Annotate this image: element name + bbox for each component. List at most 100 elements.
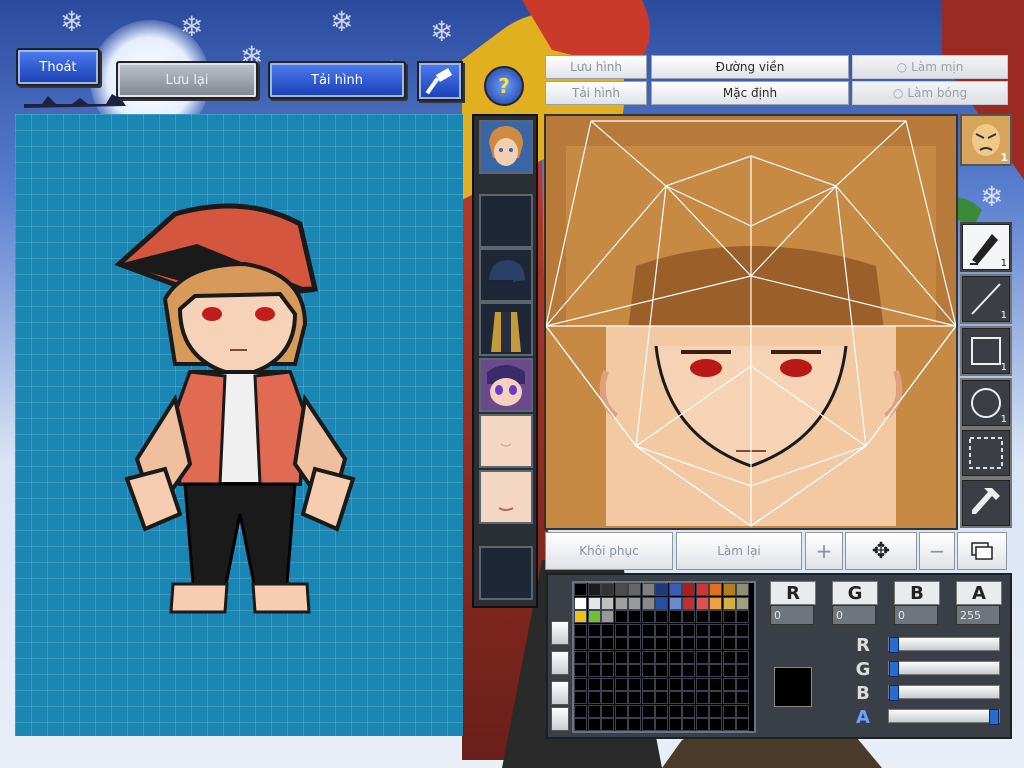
palette-swatch[interactable] xyxy=(601,637,614,650)
palette-swatch[interactable] xyxy=(722,637,736,650)
palette-swatch[interactable] xyxy=(574,610,587,623)
thumb-eyes[interactable] xyxy=(479,358,533,412)
palette-swatch[interactable] xyxy=(668,718,682,731)
palette-swatch[interactable] xyxy=(601,691,614,704)
palette-swatch[interactable] xyxy=(736,583,749,596)
palette-swatch[interactable] xyxy=(614,596,628,610)
palette-swatch[interactable] xyxy=(709,583,722,596)
palette-swatch[interactable] xyxy=(601,677,614,691)
palette-swatch[interactable] xyxy=(628,623,641,637)
select-tool[interactable] xyxy=(960,428,1012,478)
palette-swatch[interactable] xyxy=(655,623,668,637)
palette-swatch[interactable] xyxy=(614,691,628,704)
palette-swatch[interactable] xyxy=(641,650,655,664)
palette-swatch[interactable] xyxy=(736,637,749,650)
palette-swatch[interactable] xyxy=(574,596,587,610)
panel-tab[interactable] xyxy=(551,707,569,731)
slider-b-knob[interactable] xyxy=(889,685,899,701)
palette-swatch[interactable] xyxy=(641,664,655,677)
palette-swatch[interactable] xyxy=(655,704,668,718)
palette-swatch[interactable] xyxy=(668,691,682,704)
palette-swatch[interactable] xyxy=(682,664,695,677)
palette-swatch[interactable] xyxy=(682,650,695,664)
palette-swatch[interactable] xyxy=(736,596,749,610)
palette-swatch[interactable] xyxy=(655,650,668,664)
hammer-button[interactable] xyxy=(417,61,463,101)
palette-swatch[interactable] xyxy=(655,664,668,677)
palette-swatch[interactable] xyxy=(668,583,682,596)
outline-button[interactable]: Đường viền xyxy=(651,55,849,79)
palette-swatch[interactable] xyxy=(587,637,601,650)
palette-swatch[interactable] xyxy=(587,610,601,623)
thumb-face-preview[interactable] xyxy=(479,120,533,174)
palette-swatch[interactable] xyxy=(736,677,749,691)
pen-tool[interactable]: 1 xyxy=(960,222,1012,272)
palette-swatch[interactable] xyxy=(682,610,695,623)
channel-r-input[interactable]: 0 xyxy=(770,605,814,625)
palette-swatch[interactable] xyxy=(601,583,614,596)
palette-swatch[interactable] xyxy=(655,637,668,650)
palette-swatch[interactable] xyxy=(682,704,695,718)
palette-swatch[interactable] xyxy=(709,677,722,691)
slider-r[interactable] xyxy=(888,637,1000,653)
save-button[interactable]: Lưu lại xyxy=(116,61,258,99)
palette-swatch[interactable] xyxy=(695,637,709,650)
palette-swatch[interactable] xyxy=(682,691,695,704)
palette-swatch[interactable] xyxy=(682,718,695,731)
palette-swatch[interactable] xyxy=(668,596,682,610)
palette-swatch[interactable] xyxy=(628,637,641,650)
channel-a-input[interactable]: 255 xyxy=(956,605,1000,625)
ellipse-tool[interactable]: 1 xyxy=(960,378,1012,428)
palette-swatch[interactable] xyxy=(587,596,601,610)
palette-swatch[interactable] xyxy=(587,650,601,664)
default-button[interactable]: Mặc định xyxy=(651,81,849,105)
palette-swatch[interactable] xyxy=(601,650,614,664)
palette-swatch[interactable] xyxy=(709,610,722,623)
panel-tab[interactable] xyxy=(551,651,569,675)
palette-swatch[interactable] xyxy=(722,583,736,596)
slider-a[interactable] xyxy=(888,709,1000,725)
palette-swatch[interactable] xyxy=(628,650,641,664)
palette-swatch[interactable] xyxy=(722,718,736,731)
palette-swatch[interactable] xyxy=(682,583,695,596)
palette-swatch[interactable] xyxy=(641,704,655,718)
palette-swatch[interactable] xyxy=(601,704,614,718)
eyedropper-tool[interactable] xyxy=(960,478,1012,528)
palette-swatch[interactable] xyxy=(628,704,641,718)
panel-tab[interactable] xyxy=(551,681,569,705)
palette-swatch[interactable] xyxy=(574,623,587,637)
palette-swatch[interactable] xyxy=(695,664,709,677)
palette-swatch[interactable] xyxy=(614,610,628,623)
palette-swatch[interactable] xyxy=(668,677,682,691)
palette-swatch[interactable] xyxy=(655,596,668,610)
palette-swatch[interactable] xyxy=(736,704,749,718)
palette-swatch[interactable] xyxy=(587,704,601,718)
thumb-helmet[interactable] xyxy=(479,248,533,302)
palette-swatch[interactable] xyxy=(709,691,722,704)
palette-swatch[interactable] xyxy=(574,650,587,664)
palette-swatch[interactable] xyxy=(601,718,614,731)
exit-button[interactable]: Thoát xyxy=(16,48,100,86)
palette-swatch[interactable] xyxy=(695,610,709,623)
texture-editor-canvas[interactable] xyxy=(544,114,958,530)
palette-swatch[interactable] xyxy=(655,610,668,623)
thumb-empty-slot[interactable] xyxy=(479,546,533,600)
face-preset-badge[interactable]: 1 xyxy=(960,114,1012,166)
palette-swatch[interactable] xyxy=(641,691,655,704)
palette-swatch[interactable] xyxy=(709,664,722,677)
palette-swatch[interactable] xyxy=(641,583,655,596)
shiny-button[interactable]: ○ Làm bóng xyxy=(852,81,1008,105)
palette-swatch[interactable] xyxy=(695,650,709,664)
thumb-skin-1[interactable] xyxy=(479,414,533,468)
palette-swatch[interactable] xyxy=(601,623,614,637)
rectangle-tool[interactable]: 1 xyxy=(960,326,1012,376)
channel-g-input[interactable]: 0 xyxy=(832,605,876,625)
redo-button[interactable]: Làm lại xyxy=(676,532,802,570)
palette-swatch[interactable] xyxy=(655,718,668,731)
palette-swatch[interactable] xyxy=(709,623,722,637)
palette-swatch[interactable] xyxy=(722,650,736,664)
palette-swatch[interactable] xyxy=(722,677,736,691)
palette-swatch[interactable] xyxy=(682,596,695,610)
palette-swatch[interactable] xyxy=(668,664,682,677)
palette-swatch[interactable] xyxy=(574,691,587,704)
